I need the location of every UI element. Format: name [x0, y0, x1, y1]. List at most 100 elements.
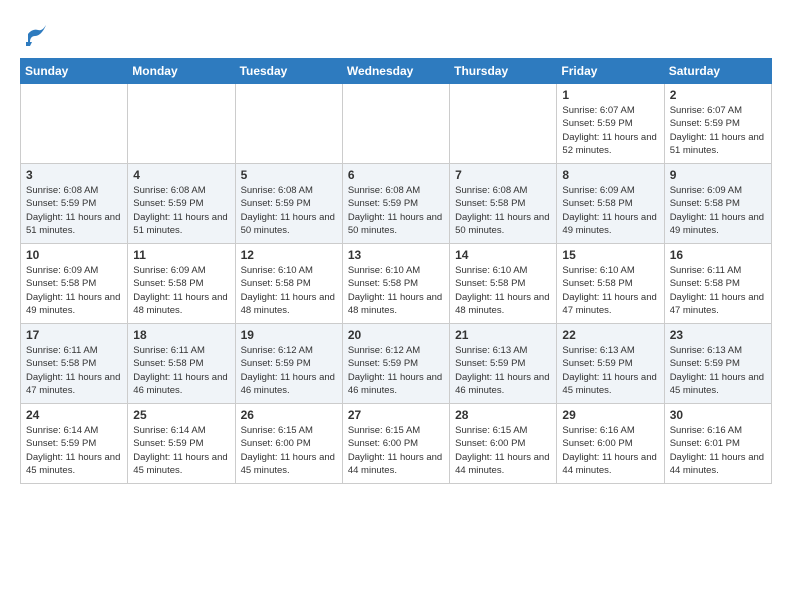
calendar-cell: 3 Sunrise: 6:08 AM Sunset: 5:59 PM Daylig…	[21, 164, 128, 244]
day-number: 25	[133, 408, 229, 422]
weekday-header-thursday: Thursday	[450, 59, 557, 84]
day-number: 16	[670, 248, 766, 262]
calendar-cell: 29Sunrise: 6:16 AM Sunset: 6:00 PM Dayli…	[557, 404, 664, 484]
calendar-cell: 6 Sunrise: 6:08 AM Sunset: 5:59 PM Daylig…	[342, 164, 449, 244]
calendar-cell	[342, 84, 449, 164]
calendar-cell: 17 Sunrise: 6:11 AM Sunset: 5:58 PM Dayli…	[21, 324, 128, 404]
day-number: 27	[348, 408, 444, 422]
weekday-header-saturday: Saturday	[664, 59, 771, 84]
day-number: 12	[241, 248, 337, 262]
day-number: 14	[455, 248, 551, 262]
day-number: 6	[348, 168, 444, 182]
day-number: 1	[562, 88, 658, 102]
calendar-cell: 11 Sunrise: 6:09 AM Sunset: 5:58 PM Dayli…	[128, 244, 235, 324]
day-info: Sunrise: 6:08 AM Sunset: 5:59 PM Dayligh…	[133, 184, 229, 237]
day-info: Sunrise: 6:15 AM Sunset: 6:00 PM Dayligh…	[455, 424, 551, 477]
day-info: Sunrise: 6:08 AM Sunset: 5:58 PM Dayligh…	[455, 184, 551, 237]
day-number: 28	[455, 408, 551, 422]
calendar-cell: 24 Sunrise: 6:14 AM Sunset: 5:59 PM Dayli…	[21, 404, 128, 484]
calendar-cell	[128, 84, 235, 164]
calendar-cell	[235, 84, 342, 164]
calendar-cell: 5 Sunrise: 6:08 AM Sunset: 5:59 PM Daylig…	[235, 164, 342, 244]
day-info: Sunrise: 6:11 AM Sunset: 5:58 PM Dayligh…	[670, 264, 766, 317]
calendar: SundayMondayTuesdayWednesdayThursdayFrid…	[20, 58, 772, 484]
day-info: Sunrise: 6:11 AM Sunset: 5:58 PM Dayligh…	[133, 344, 229, 397]
day-info: Sunrise: 6:14 AM Sunset: 5:59 PM Dayligh…	[26, 424, 122, 477]
day-info: Sunrise: 6:16 AM Sunset: 6:01 PM Dayligh…	[670, 424, 766, 477]
day-info: Sunrise: 6:11 AM Sunset: 5:58 PM Dayligh…	[26, 344, 122, 397]
day-number: 9	[670, 168, 766, 182]
day-info: Sunrise: 6:14 AM Sunset: 5:59 PM Dayligh…	[133, 424, 229, 477]
header	[20, 20, 772, 48]
day-info: Sunrise: 6:07 AM Sunset: 5:59 PM Dayligh…	[670, 104, 766, 157]
day-number: 30	[670, 408, 766, 422]
day-number: 23	[670, 328, 766, 342]
calendar-cell: 27 Sunrise: 6:15 AM Sunset: 6:00 PM Dayli…	[342, 404, 449, 484]
weekday-header-wednesday: Wednesday	[342, 59, 449, 84]
weekday-header-monday: Monday	[128, 59, 235, 84]
logo-icon	[20, 20, 50, 48]
day-number: 13	[348, 248, 444, 262]
day-info: Sunrise: 6:15 AM Sunset: 6:00 PM Dayligh…	[348, 424, 444, 477]
day-number: 21	[455, 328, 551, 342]
calendar-cell: 25 Sunrise: 6:14 AM Sunset: 5:59 PM Dayli…	[128, 404, 235, 484]
calendar-cell	[21, 84, 128, 164]
week-row-0: 1 Sunrise: 6:07 AM Sunset: 5:59 PM Daylig…	[21, 84, 772, 164]
weekday-header-friday: Friday	[557, 59, 664, 84]
day-number: 24	[26, 408, 122, 422]
day-number: 4	[133, 168, 229, 182]
calendar-cell: 13 Sunrise: 6:10 AM Sunset: 5:58 PM Dayli…	[342, 244, 449, 324]
calendar-cell: 28 Sunrise: 6:15 AM Sunset: 6:00 PM Dayli…	[450, 404, 557, 484]
week-row-4: 24 Sunrise: 6:14 AM Sunset: 5:59 PM Dayli…	[21, 404, 772, 484]
calendar-cell: 23Sunrise: 6:13 AM Sunset: 5:59 PM Dayli…	[664, 324, 771, 404]
calendar-cell: 4 Sunrise: 6:08 AM Sunset: 5:59 PM Daylig…	[128, 164, 235, 244]
day-number: 22	[562, 328, 658, 342]
day-number: 8	[562, 168, 658, 182]
day-info: Sunrise: 6:10 AM Sunset: 5:58 PM Dayligh…	[348, 264, 444, 317]
day-info: Sunrise: 6:08 AM Sunset: 5:59 PM Dayligh…	[241, 184, 337, 237]
day-number: 20	[348, 328, 444, 342]
day-info: Sunrise: 6:09 AM Sunset: 5:58 PM Dayligh…	[133, 264, 229, 317]
weekday-header-tuesday: Tuesday	[235, 59, 342, 84]
day-info: Sunrise: 6:08 AM Sunset: 5:59 PM Dayligh…	[348, 184, 444, 237]
logo	[20, 20, 54, 48]
day-info: Sunrise: 6:12 AM Sunset: 5:59 PM Dayligh…	[241, 344, 337, 397]
calendar-cell: 10Sunrise: 6:09 AM Sunset: 5:58 PM Dayli…	[21, 244, 128, 324]
weekday-header-sunday: Sunday	[21, 59, 128, 84]
calendar-cell: 9 Sunrise: 6:09 AM Sunset: 5:58 PM Daylig…	[664, 164, 771, 244]
week-row-2: 10Sunrise: 6:09 AM Sunset: 5:58 PM Dayli…	[21, 244, 772, 324]
day-number: 11	[133, 248, 229, 262]
day-number: 17	[26, 328, 122, 342]
week-row-3: 17 Sunrise: 6:11 AM Sunset: 5:58 PM Dayli…	[21, 324, 772, 404]
day-info: Sunrise: 6:09 AM Sunset: 5:58 PM Dayligh…	[562, 184, 658, 237]
day-info: Sunrise: 6:09 AM Sunset: 5:58 PM Dayligh…	[670, 184, 766, 237]
day-number: 26	[241, 408, 337, 422]
day-number: 19	[241, 328, 337, 342]
day-number: 3	[26, 168, 122, 182]
day-info: Sunrise: 6:10 AM Sunset: 5:58 PM Dayligh…	[241, 264, 337, 317]
calendar-cell: 16 Sunrise: 6:11 AM Sunset: 5:58 PM Dayli…	[664, 244, 771, 324]
day-info: Sunrise: 6:07 AM Sunset: 5:59 PM Dayligh…	[562, 104, 658, 157]
day-number: 5	[241, 168, 337, 182]
calendar-cell	[450, 84, 557, 164]
calendar-cell: 19 Sunrise: 6:12 AM Sunset: 5:59 PM Dayli…	[235, 324, 342, 404]
week-row-1: 3 Sunrise: 6:08 AM Sunset: 5:59 PM Daylig…	[21, 164, 772, 244]
day-info: Sunrise: 6:10 AM Sunset: 5:58 PM Dayligh…	[455, 264, 551, 317]
day-info: Sunrise: 6:08 AM Sunset: 5:59 PM Dayligh…	[26, 184, 122, 237]
calendar-cell: 20Sunrise: 6:12 AM Sunset: 5:59 PM Dayli…	[342, 324, 449, 404]
page: SundayMondayTuesdayWednesdayThursdayFrid…	[0, 0, 792, 494]
day-number: 15	[562, 248, 658, 262]
calendar-cell: 15Sunrise: 6:10 AM Sunset: 5:58 PM Dayli…	[557, 244, 664, 324]
calendar-cell: 2Sunrise: 6:07 AM Sunset: 5:59 PM Daylig…	[664, 84, 771, 164]
day-info: Sunrise: 6:13 AM Sunset: 5:59 PM Dayligh…	[455, 344, 551, 397]
day-number: 29	[562, 408, 658, 422]
calendar-cell: 21 Sunrise: 6:13 AM Sunset: 5:59 PM Dayli…	[450, 324, 557, 404]
calendar-cell: 18 Sunrise: 6:11 AM Sunset: 5:58 PM Dayli…	[128, 324, 235, 404]
day-info: Sunrise: 6:13 AM Sunset: 5:59 PM Dayligh…	[562, 344, 658, 397]
calendar-cell: 7 Sunrise: 6:08 AM Sunset: 5:58 PM Daylig…	[450, 164, 557, 244]
day-info: Sunrise: 6:09 AM Sunset: 5:58 PM Dayligh…	[26, 264, 122, 317]
day-number: 7	[455, 168, 551, 182]
day-info: Sunrise: 6:15 AM Sunset: 6:00 PM Dayligh…	[241, 424, 337, 477]
calendar-cell: 30 Sunrise: 6:16 AM Sunset: 6:01 PM Dayli…	[664, 404, 771, 484]
day-number: 18	[133, 328, 229, 342]
